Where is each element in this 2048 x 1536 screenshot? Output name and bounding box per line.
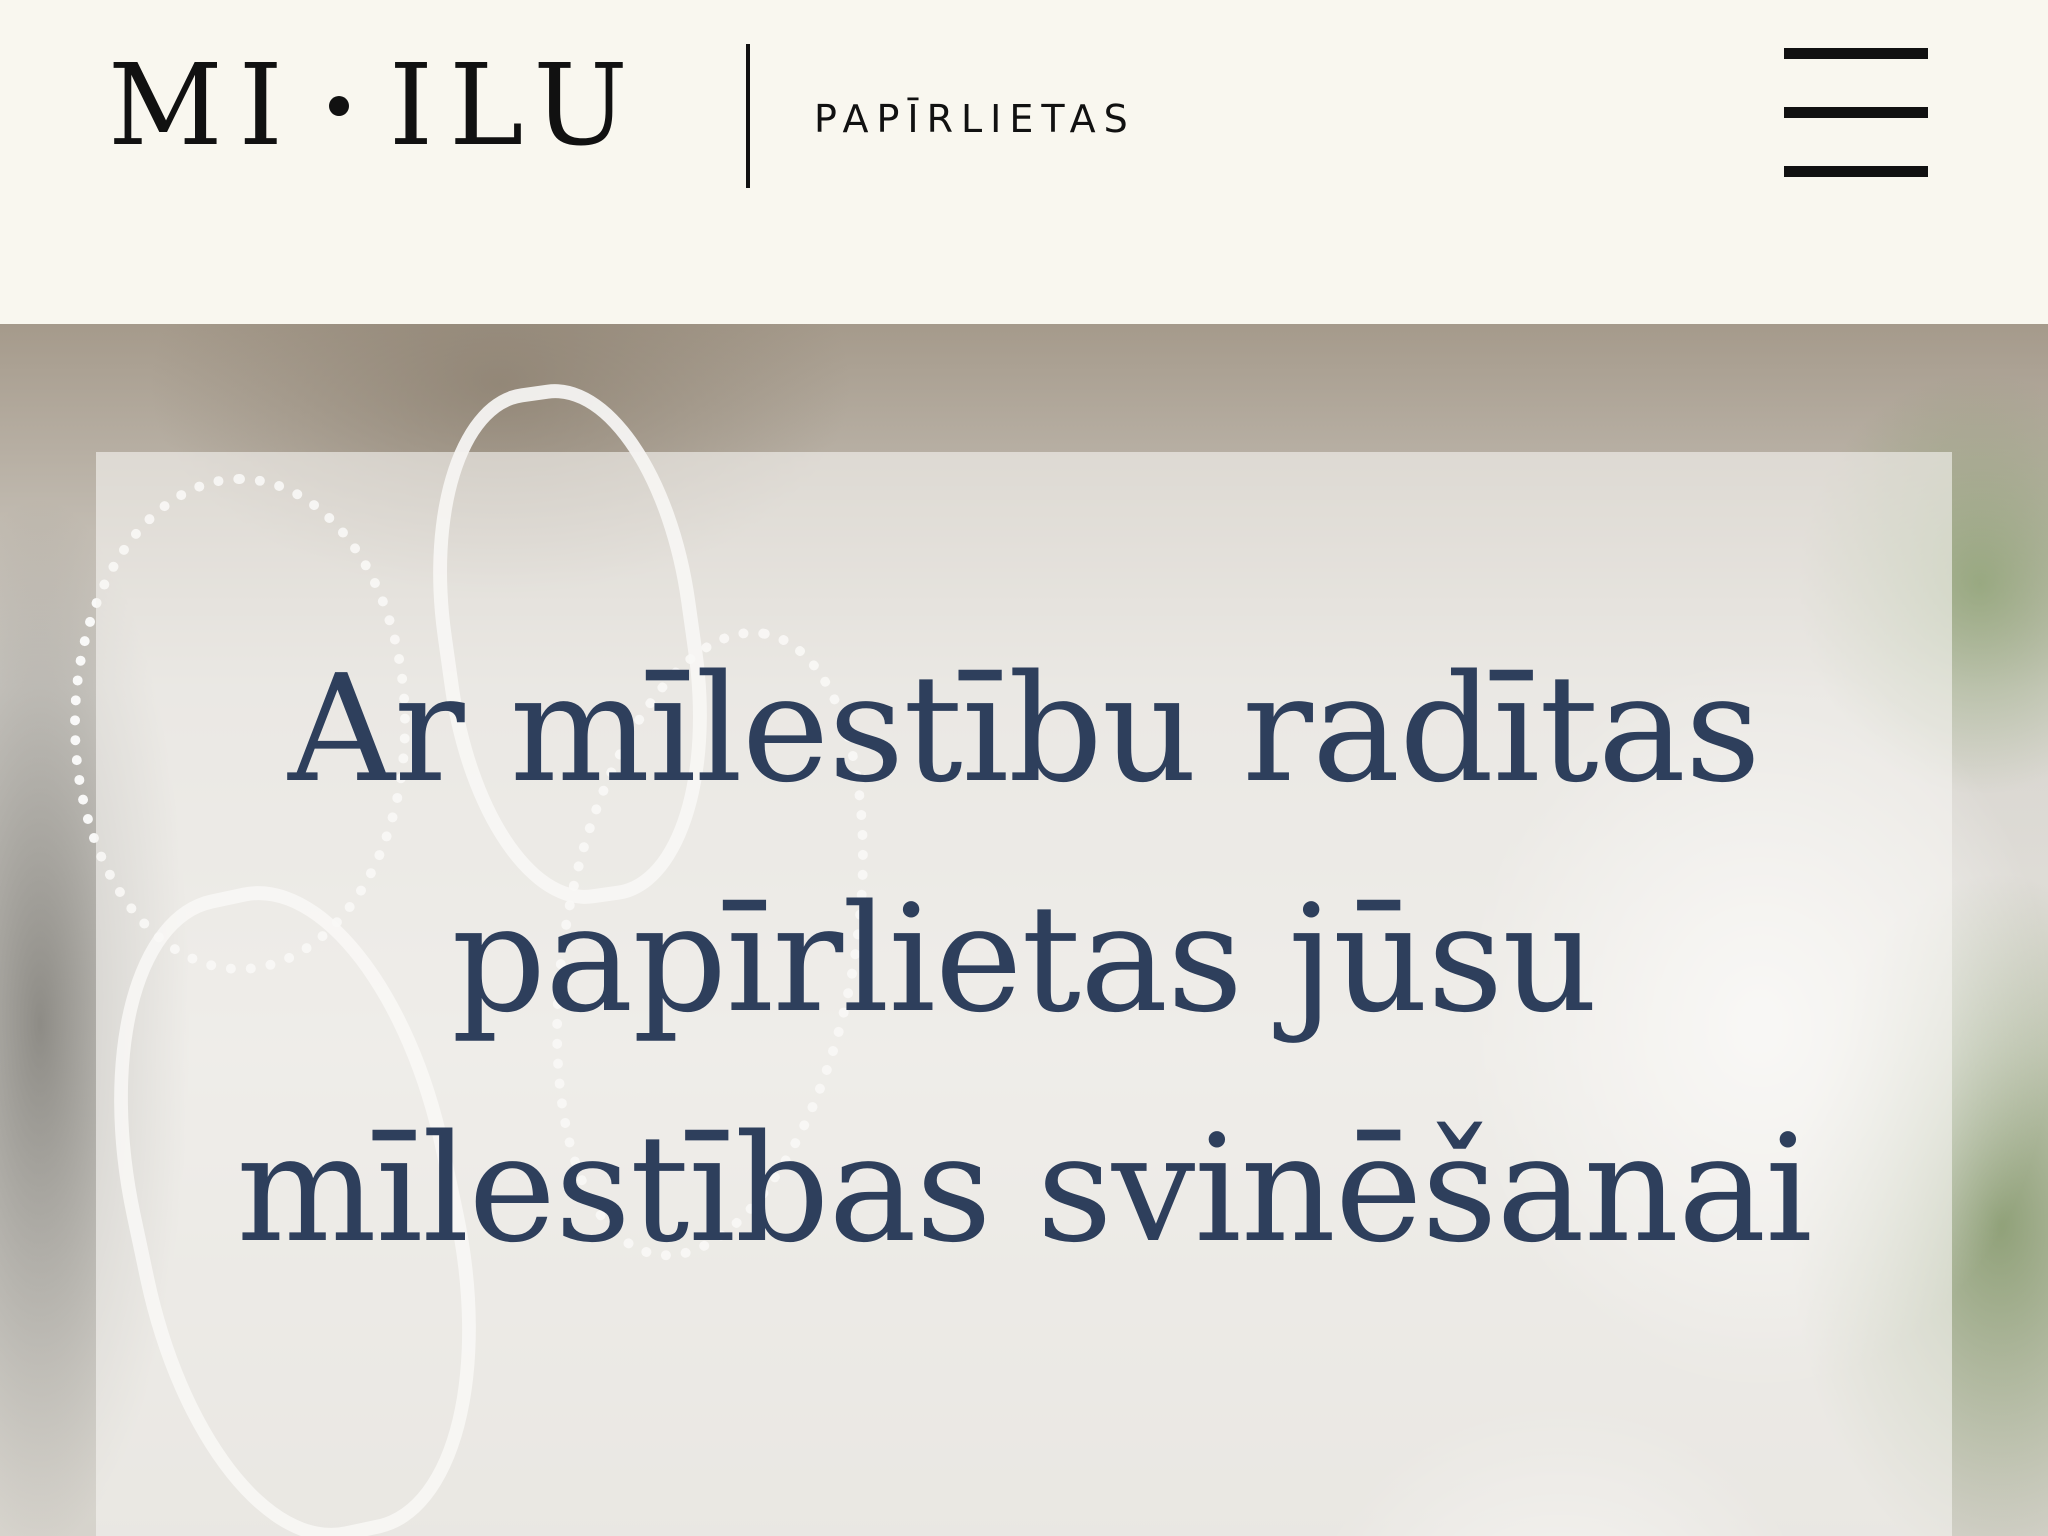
menu-button[interactable] bbox=[1784, 48, 1928, 178]
site-tagline: PAPĪRLIETAS bbox=[814, 97, 1136, 141]
menu-line-bottom bbox=[1784, 166, 1928, 177]
hero-section: Ar mīlestību radītas papīrlietas jūsu mī… bbox=[0, 324, 2048, 1536]
site-logo[interactable]: MI ILU bbox=[108, 41, 644, 171]
menu-line-top bbox=[1784, 48, 1928, 59]
site-header: MI ILU PAPĪRLIETAS bbox=[0, 0, 2048, 324]
logo-text-left: MI bbox=[108, 41, 299, 171]
menu-line-middle bbox=[1784, 107, 1928, 118]
logo-text-right: ILU bbox=[388, 41, 644, 171]
hero-heading: Ar mīlestību radītas papīrlietas jūsu mī… bbox=[236, 643, 1812, 1275]
logo-divider bbox=[746, 44, 750, 188]
logo-dot-icon bbox=[328, 96, 349, 116]
